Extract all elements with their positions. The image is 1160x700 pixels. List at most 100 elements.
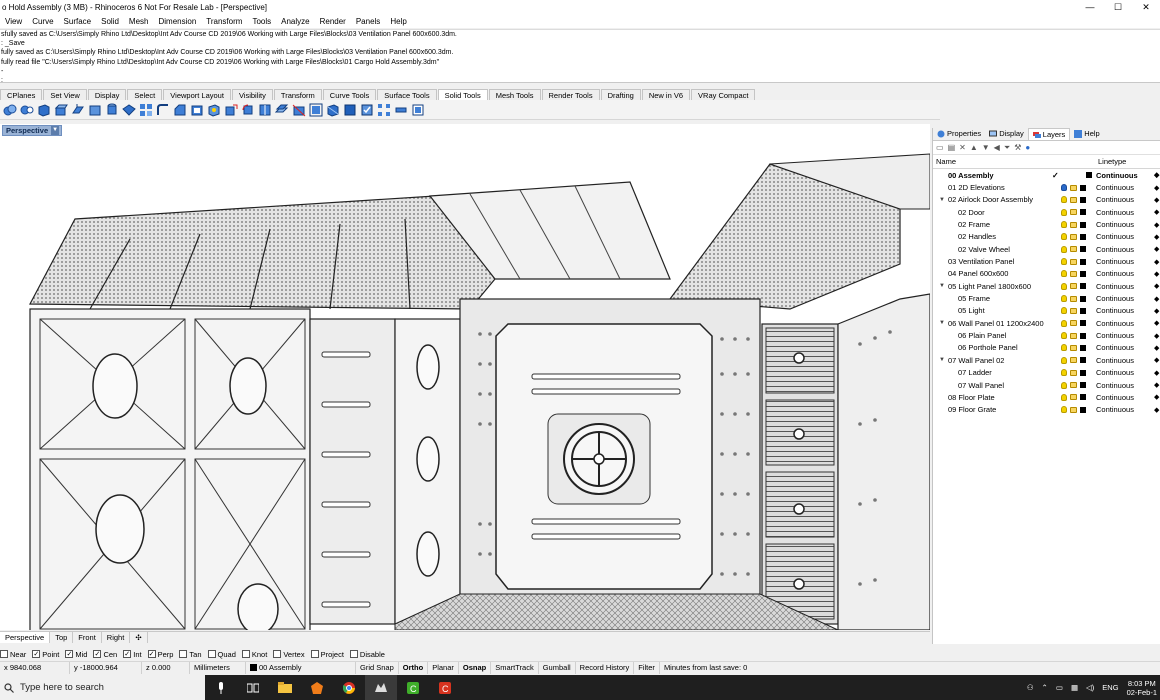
panel-tab-properties[interactable]: Properties (933, 128, 985, 140)
status-toggle-gumball[interactable]: Gumball (539, 662, 576, 674)
layer-linetype[interactable]: Continuous (1096, 208, 1134, 217)
menu-view[interactable]: View (0, 17, 27, 26)
expand-collapse-icon[interactable]: ▼ (939, 283, 945, 289)
layer-color-swatch[interactable] (1080, 221, 1086, 228)
menu-tools[interactable]: Tools (247, 17, 276, 26)
layer-color-swatch[interactable] (1080, 307, 1086, 314)
current-layer-check-icon[interactable]: ✓ (1052, 171, 1059, 180)
wire-cut-icon[interactable] (291, 102, 306, 117)
filter-icon[interactable]: ⏷ (1004, 143, 1010, 153)
osnap-mid[interactable]: ✓ Mid (65, 650, 87, 659)
layer-color-swatch[interactable] (1080, 233, 1086, 240)
layer-row[interactable]: 04 Panel 600x600 Continuous ◆ (933, 268, 1160, 280)
check-solid-icon[interactable] (359, 102, 374, 117)
layer-color-swatch[interactable] (1080, 295, 1086, 302)
visibility-bulb-icon[interactable] (1061, 393, 1067, 401)
layer-linetype[interactable]: Continuous (1096, 343, 1134, 352)
visibility-bulb-icon[interactable] (1061, 221, 1067, 229)
osnap-checkbox[interactable]: ✓ (93, 650, 102, 658)
lock-icon[interactable] (1070, 406, 1077, 413)
lock-icon[interactable] (1070, 295, 1077, 302)
layer-linetype[interactable]: Continuous (1096, 282, 1134, 291)
layer-row[interactable]: 09 Floor Grate Continuous ◆ (933, 404, 1160, 416)
layer-tools-icon[interactable]: ⚒ (1014, 143, 1021, 152)
osnap-cen[interactable]: ✓ Cen (93, 650, 117, 659)
osnap-int[interactable]: ✓ Int (123, 650, 142, 659)
osnap-checkbox[interactable] (179, 650, 188, 658)
visibility-bulb-icon[interactable] (1061, 307, 1067, 315)
taskbar-search[interactable]: Type here to search (0, 675, 205, 700)
boolean-union-icon[interactable] (2, 102, 17, 117)
new-sublayer-icon[interactable]: ▤ (948, 143, 956, 152)
lock-icon[interactable] (1070, 246, 1077, 253)
print-color-diamond-icon[interactable]: ◆ (1154, 369, 1159, 377)
lock-icon[interactable] (1070, 382, 1077, 389)
expand-collapse-icon[interactable]: ▼ (939, 357, 945, 363)
layer-linetype[interactable]: Continuous (1096, 183, 1134, 192)
layer-color-swatch[interactable] (1086, 172, 1092, 179)
command-prompt[interactable]: : (1, 76, 1160, 82)
lock-icon[interactable] (1070, 209, 1077, 216)
print-color-diamond-icon[interactable]: ◆ (1154, 332, 1159, 340)
layer-linetype[interactable]: Continuous (1096, 294, 1134, 303)
lock-icon[interactable] (1070, 357, 1077, 364)
layer-row[interactable]: 07 Ladder Continuous ◆ (933, 367, 1160, 379)
visibility-bulb-icon[interactable] (1061, 356, 1067, 364)
osnap-tan[interactable]: Tan (179, 650, 202, 659)
status-toggle-grid-snap[interactable]: Grid Snap (356, 662, 399, 674)
box-solid-icon[interactable] (36, 102, 51, 117)
lock-icon[interactable] (1070, 221, 1077, 228)
print-color-diamond-icon[interactable]: ◆ (1154, 233, 1159, 241)
lock-icon[interactable] (1070, 394, 1077, 401)
chamfer-edge-icon[interactable] (172, 102, 187, 117)
osnap-checkbox[interactable] (241, 650, 250, 658)
menu-analyze[interactable]: Analyze (276, 17, 314, 26)
create-solid-icon[interactable] (342, 102, 357, 117)
visibility-bulb-icon[interactable] (1061, 258, 1067, 266)
visibility-bulb-icon[interactable] (1061, 233, 1067, 241)
layer-color-swatch[interactable] (1080, 369, 1086, 376)
osnap-checkbox[interactable]: ✓ (32, 650, 41, 658)
layer-color-swatch[interactable] (1080, 283, 1086, 290)
visibility-bulb-icon[interactable] (1061, 319, 1067, 327)
tab-select[interactable]: Select (127, 89, 163, 100)
print-color-diamond-icon[interactable]: ◆ (1154, 344, 1159, 352)
ribbon-icon[interactable] (410, 102, 425, 117)
layer-linetype[interactable]: Continuous (1096, 405, 1134, 414)
menu-panels[interactable]: Panels (351, 17, 385, 26)
layer-color-swatch[interactable] (1080, 184, 1086, 191)
panel-tab-layers[interactable]: Layers (1027, 128, 1071, 140)
layer-linetype[interactable]: Continuous (1096, 393, 1134, 402)
osnap-checkbox[interactable] (349, 650, 358, 658)
layer-color-swatch[interactable] (1080, 382, 1086, 389)
layer-linetype[interactable]: Continuous (1096, 232, 1134, 241)
status-toggle-filter[interactable]: Filter (634, 662, 660, 674)
layer-linetype[interactable]: Continuous (1096, 220, 1134, 229)
layer-linetype[interactable]: Continuous (1096, 331, 1134, 340)
merge-faces-icon[interactable] (325, 102, 340, 117)
perspective-viewport[interactable] (0, 124, 930, 630)
visibility-bulb-icon[interactable] (1061, 208, 1067, 216)
move-to-parent-icon[interactable]: ◀ (994, 143, 1000, 152)
viewport-title[interactable]: Perspective ▼ (2, 125, 63, 136)
lock-icon[interactable] (1070, 184, 1077, 191)
layer-row[interactable]: ▼ 06 Wall Panel 01 1200x2400 Continuous ◆ (933, 317, 1160, 329)
layer-row[interactable]: 07 Wall Panel Continuous ◆ (933, 379, 1160, 391)
layer-linetype[interactable]: Continuous (1096, 195, 1134, 204)
file-explorer-icon[interactable] (269, 675, 301, 700)
print-color-diamond-icon[interactable]: ◆ (1154, 406, 1159, 414)
camtasia-green-icon[interactable]: C (397, 675, 429, 700)
app-icon-orange[interactable] (301, 675, 333, 700)
tab-surface-tools[interactable]: Surface Tools (377, 89, 437, 100)
layer-linetype[interactable]: Continuous (1096, 257, 1134, 266)
layer-linetype[interactable]: Continuous (1096, 319, 1134, 328)
layer-color-swatch[interactable] (1080, 357, 1086, 364)
layer-linetype[interactable]: Continuous (1096, 381, 1134, 390)
menu-transform[interactable]: Transform (201, 17, 247, 26)
tab-display[interactable]: Display (87, 89, 127, 100)
command-history[interactable]: sfully saved as C:\Users\Simply Rhino Lt… (0, 29, 1160, 83)
lock-icon[interactable] (1070, 332, 1077, 339)
tab-viewport-layout[interactable]: Viewport Layout (163, 89, 231, 100)
viewport-tab-right[interactable]: Right (102, 632, 131, 643)
maximize-button[interactable]: ☐ (1104, 0, 1132, 14)
